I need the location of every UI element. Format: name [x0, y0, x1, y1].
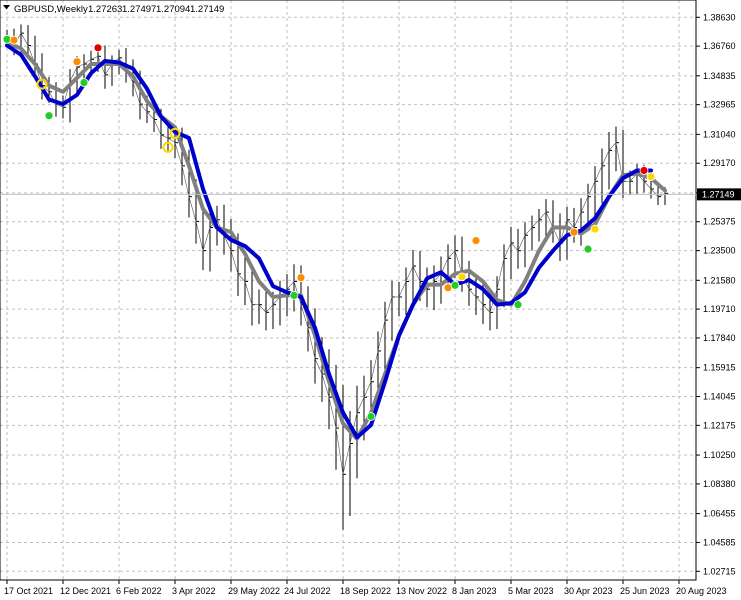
y-tick-label: 1.21580: [703, 275, 736, 285]
signal-marker: [457, 272, 467, 282]
price-chart[interactable]: 1.38630 1.36760 1.34835 1.32965 1.31040 1.291…: [0, 0, 741, 600]
x-tick-label: 13 Nov 2022: [396, 586, 447, 596]
ohlc-low: 1.27094: [156, 4, 190, 15]
signal-marker: [79, 78, 89, 87]
ohlc-high: 1.27497: [122, 4, 156, 15]
signal-marker: [9, 35, 19, 45]
chart-background: [0, 0, 741, 600]
y-tick-label: 1.14045: [703, 392, 736, 402]
x-tick-label: 20 Aug 2023: [676, 586, 727, 596]
x-tick-label: 3 Apr 2022: [172, 586, 216, 596]
signal-marker: [289, 290, 299, 300]
signal-marker: [296, 273, 306, 283]
x-tick-label: 5 Mar 2023: [508, 586, 554, 596]
y-tick-label: 1.10250: [703, 450, 736, 460]
signal-marker: [72, 57, 82, 67]
signal-marker: [569, 227, 579, 237]
symbol-label: GBPUSD,Weekly: [14, 4, 88, 15]
x-tick-label: 25 Jun 2023: [620, 586, 670, 596]
y-tick-label: 1.32965: [703, 100, 736, 110]
y-tick-label: 1.36760: [703, 41, 736, 51]
current-price-label: 1.27149: [697, 188, 741, 201]
signal-marker: [44, 111, 54, 121]
x-tick-label: 24 Jul 2022: [284, 586, 331, 596]
y-tick-label: 1.17840: [703, 333, 736, 343]
chart-header: GBPUSD,Weekly 1.27263 1.27497 1.27094 1.…: [3, 4, 224, 15]
signal-marker: [450, 280, 460, 290]
y-tick-label: 1.38630: [703, 12, 736, 22]
signal-marker: [646, 172, 656, 182]
y-tick-label: 1.29170: [703, 158, 736, 168]
x-tick-label: 6 Feb 2022: [116, 586, 162, 596]
signal-marker: [471, 236, 481, 246]
y-tick-label: 1.08380: [703, 479, 736, 489]
signal-marker: [513, 300, 523, 310]
signal-marker: [93, 43, 103, 53]
y-tick-label: 1.31040: [703, 129, 736, 139]
y-tick-label: 1.23500: [703, 246, 736, 256]
ohlc-open: 1.27263: [88, 4, 122, 15]
y-tick-label: 1.02715: [703, 566, 736, 576]
x-tick-label: 29 May 2022: [228, 586, 280, 596]
y-tick-label: 1.25375: [703, 217, 736, 227]
signal-marker: [366, 412, 376, 421]
signal-marker: [639, 166, 649, 175]
x-tick-label: 17 Oct 2021: [4, 586, 53, 596]
signal-marker: [590, 224, 600, 234]
y-tick-label: 1.15915: [703, 363, 736, 373]
y-tick-label: 1.04585: [703, 537, 736, 547]
y-tick-label: 1.19710: [703, 304, 736, 314]
x-tick-label: 8 Jan 2023: [452, 586, 497, 596]
y-tick-label: 1.06455: [703, 509, 736, 519]
ohlc-close: 1.27149: [190, 4, 224, 15]
x-tick-label: 30 Apr 2023: [564, 586, 613, 596]
x-tick-label: 12 Dec 2021: [60, 586, 111, 596]
signal-marker: [583, 244, 593, 254]
current-price-label-text: 1.27149: [702, 189, 735, 199]
y-tick-label: 1.12175: [703, 420, 736, 430]
x-tick-label: 18 Sep 2022: [340, 586, 391, 596]
y-tick-label: 1.34835: [703, 71, 736, 81]
